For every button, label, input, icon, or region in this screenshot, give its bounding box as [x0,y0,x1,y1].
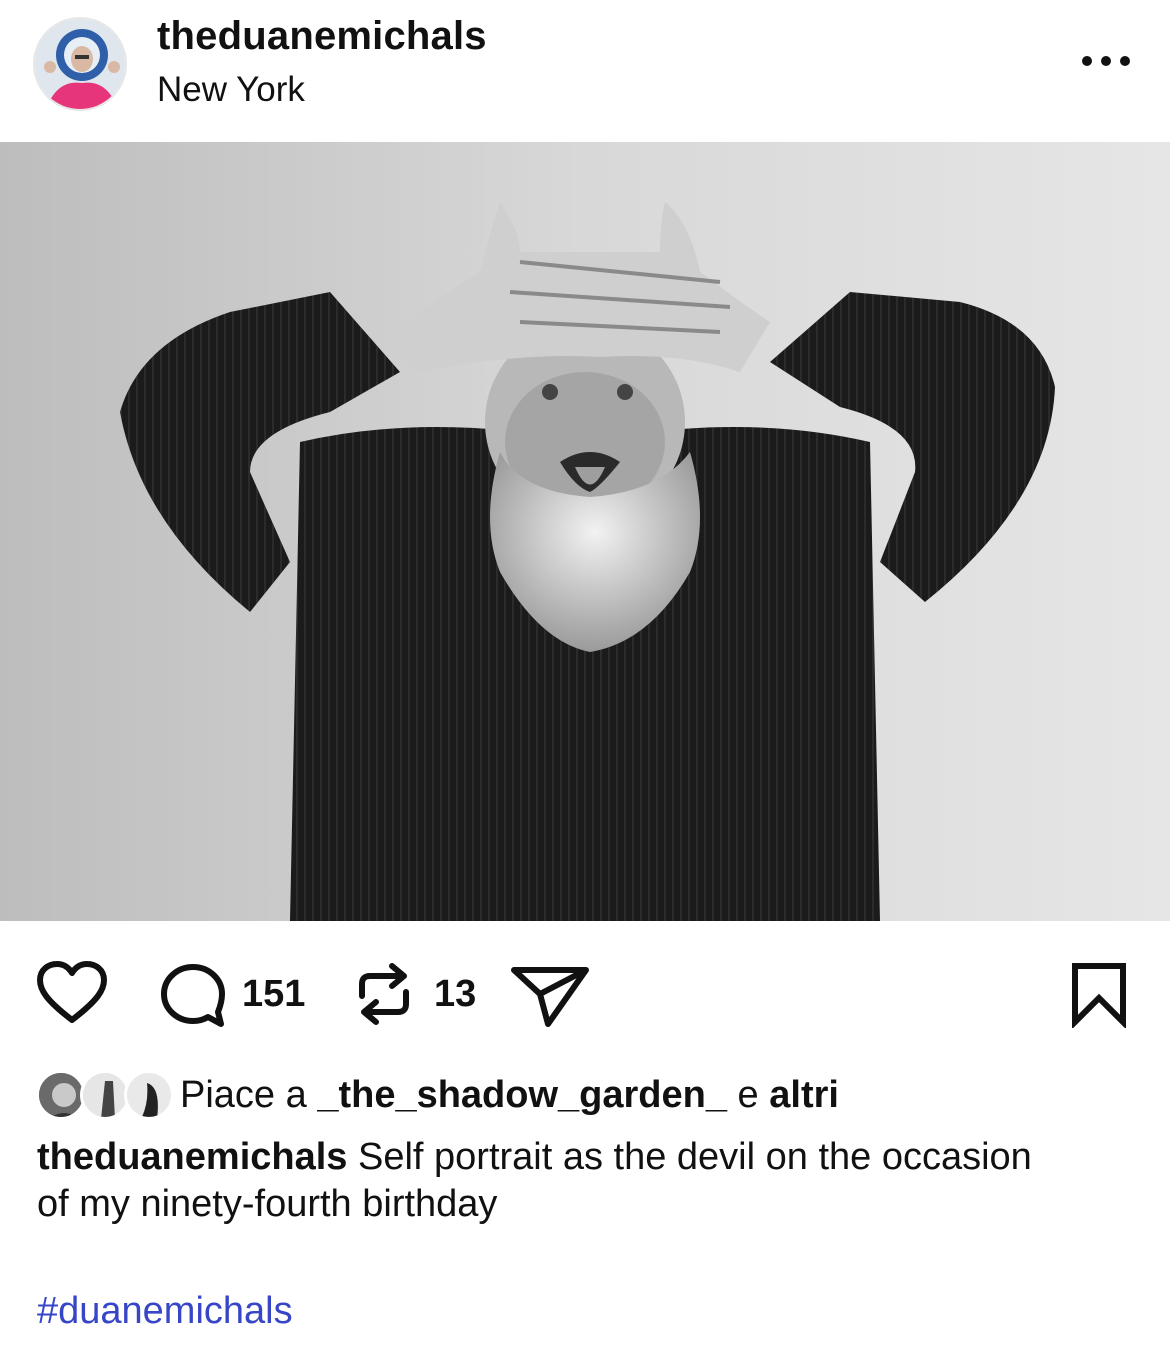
post-location[interactable]: New York [157,70,305,110]
share-button[interactable] [508,962,592,1028]
bookmark-button[interactable] [1070,962,1128,1030]
post-caption: theduanemichals Self portrait as the dev… [37,1134,1037,1228]
likes-prefix: Piace a [180,1074,318,1116]
caption-username[interactable]: theduanemichals [37,1136,347,1178]
likes-others-link[interactable]: altri [769,1074,839,1116]
liker-avatar [124,1070,174,1120]
liker-username[interactable]: _the_shadow_garden_ [317,1074,727,1116]
repost-button[interactable] [352,960,416,1028]
post-actions: 151 13 [0,940,1170,1050]
post-header: theduanemichals New York [0,0,1170,142]
profile-avatar[interactable] [33,17,127,111]
repost-icon [359,963,409,1025]
heart-icon [37,961,107,1023]
share-icon [511,967,589,1027]
like-button[interactable] [36,960,108,1026]
bookmark-icon [1072,963,1126,1030]
liker-avatar [80,1070,130,1120]
comments-count: 151 [242,973,306,1015]
liker-avatar [36,1070,86,1120]
likes-text: Piace a _the_shadow_garden_ e altri [180,1074,839,1117]
post-username[interactable]: theduanemichals [157,14,487,59]
likes-summary[interactable]: Piace a _the_shadow_garden_ e altri [36,1066,1136,1126]
more-options-button[interactable] [1070,40,1140,80]
comment-icon [161,964,225,1027]
likes-middle: e [727,1074,770,1116]
reposts-count: 13 [434,973,477,1015]
caption-hashtag[interactable]: #duanemichals [37,1290,293,1333]
post-photo[interactable] [0,142,1170,921]
comment-button[interactable] [158,960,228,1030]
